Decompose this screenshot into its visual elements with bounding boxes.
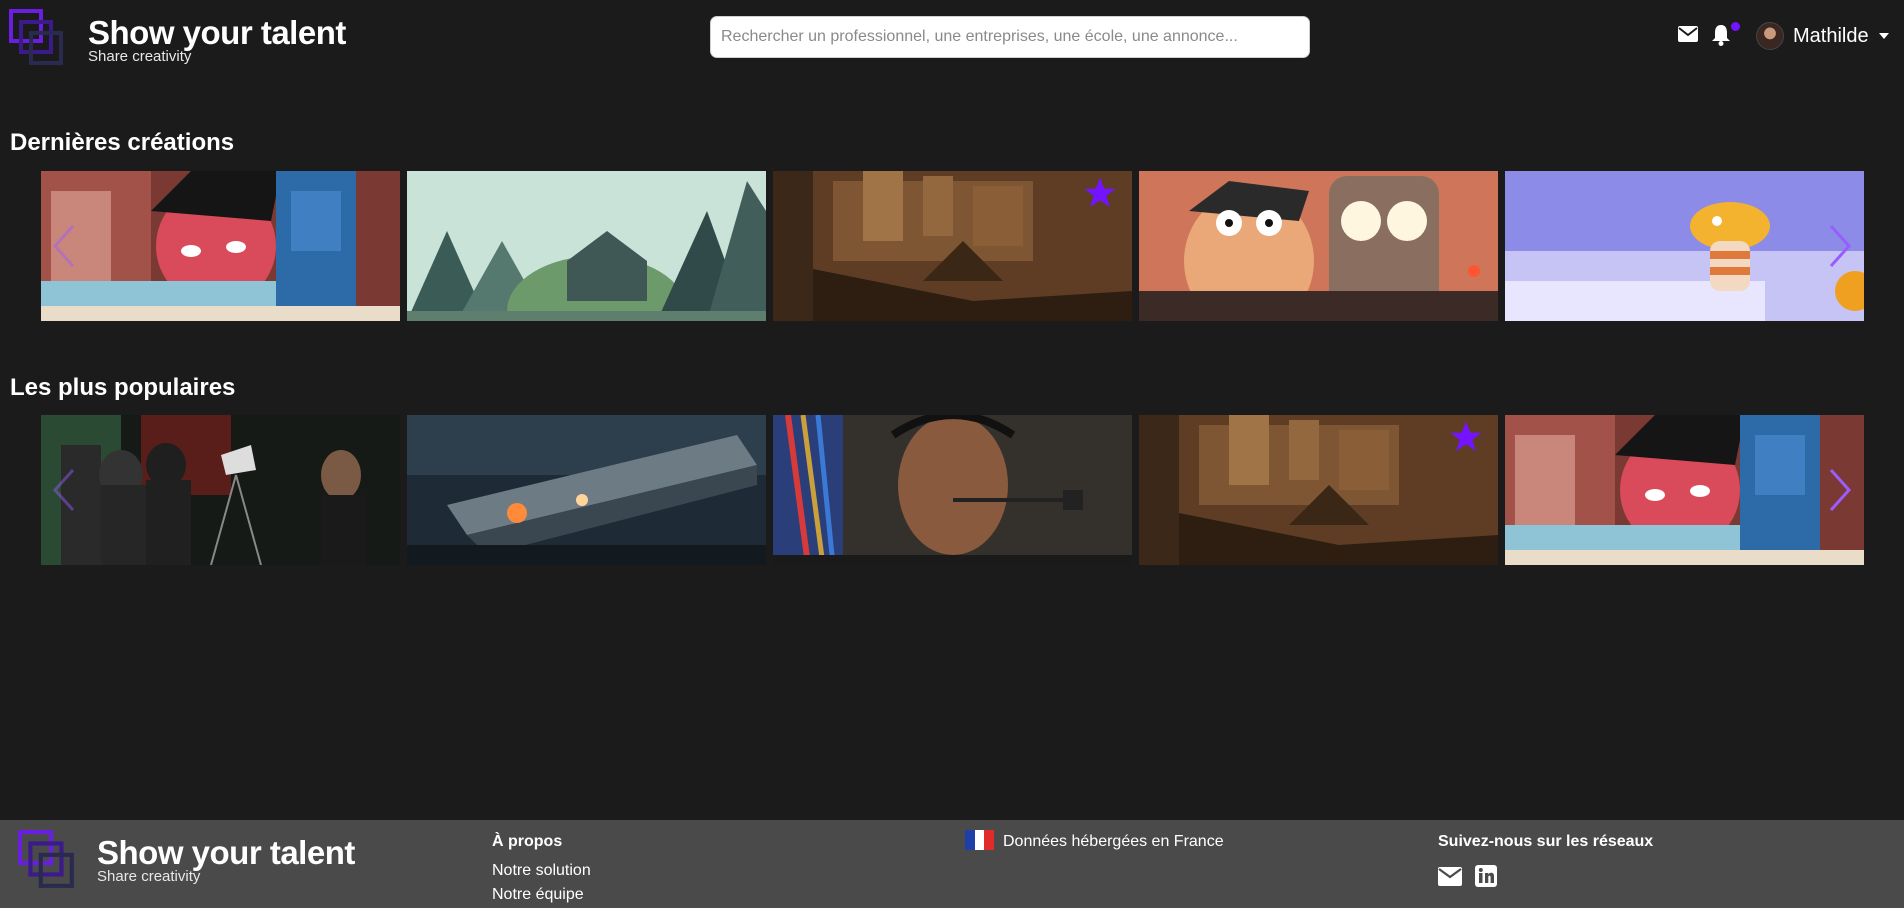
footer-about-heading: À propos: [492, 833, 563, 850]
footer-link-team[interactable]: Notre équipe: [492, 886, 584, 904]
mail-icon[interactable]: [1438, 867, 1462, 886]
logo-icon[interactable]: [18, 830, 78, 890]
creation-card[interactable]: [407, 171, 766, 321]
avatar[interactable]: [1756, 22, 1784, 50]
creation-card[interactable]: [773, 415, 1132, 565]
footer-brand[interactable]: Show your talent Share creativity: [97, 834, 355, 884]
favorite-star-icon[interactable]: [1083, 176, 1117, 210]
creation-card[interactable]: [1139, 171, 1498, 321]
footer: Show your talent Share creativity À prop…: [0, 820, 1904, 908]
top-navbar: Show your talent Share creativity Mathil…: [0, 0, 1904, 74]
creation-card[interactable]: [773, 171, 1132, 321]
footer-brand-title: Show your talent: [97, 834, 355, 871]
creation-card[interactable]: [41, 415, 400, 565]
notification-badge: [1731, 22, 1740, 31]
search-input[interactable]: [710, 16, 1310, 58]
footer-social-heading: Suivez-nous sur les réseaux: [1438, 833, 1654, 850]
carousel-prev-arrow[interactable]: [49, 467, 79, 513]
bell-icon[interactable]: [1711, 24, 1731, 46]
footer-link-solution[interactable]: Notre solution: [492, 862, 591, 880]
carousel-next-arrow[interactable]: [1825, 467, 1855, 513]
carousel-popular: [41, 415, 1865, 565]
creation-card[interactable]: [1505, 415, 1864, 565]
mail-icon[interactable]: [1678, 26, 1698, 42]
carousel-next-arrow[interactable]: [1825, 223, 1855, 269]
user-name[interactable]: Mathilde: [1793, 25, 1869, 48]
france-flag-icon: [965, 830, 995, 850]
creation-card[interactable]: [41, 171, 400, 321]
section-title-latest: Dernières créations: [10, 129, 235, 156]
brand-title: Show your talent: [88, 14, 346, 51]
brand[interactable]: Show your talent Share creativity: [88, 14, 346, 64]
carousel-prev-arrow[interactable]: [49, 223, 79, 269]
hosting-info: Données hébergées en France: [1003, 833, 1224, 850]
creation-card[interactable]: [1139, 415, 1498, 565]
creation-card[interactable]: [407, 415, 766, 565]
linkedin-icon[interactable]: [1475, 865, 1497, 887]
section-title-popular: Les plus populaires: [10, 374, 236, 401]
logo-icon[interactable]: [9, 9, 67, 67]
carousel-latest: [41, 171, 1865, 321]
favorite-star-icon[interactable]: [1449, 420, 1483, 454]
creation-card[interactable]: [1505, 171, 1864, 321]
chevron-down-icon[interactable]: [1879, 33, 1889, 39]
